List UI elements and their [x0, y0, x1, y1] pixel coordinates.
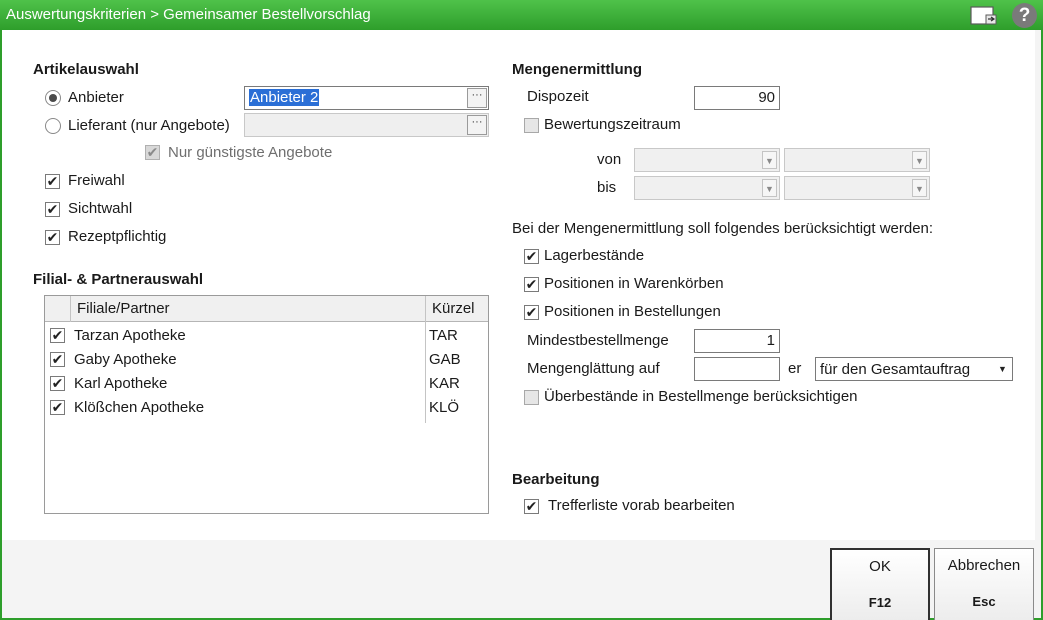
filial-title: Filial- & Partnerauswahl: [33, 271, 204, 288]
table-row[interactable]: ✔ Klößchen Apotheke KLÖ: [45, 396, 488, 420]
chevron-down-icon: ▼: [762, 151, 777, 169]
ok-button-shortcut: F12: [868, 595, 892, 610]
bewertungszeitraum-checkbox[interactable]: [524, 118, 539, 133]
mindestbestellmenge-label: Mindestbestellmenge: [527, 332, 669, 349]
window-layout-icon[interactable]: [970, 6, 998, 26]
sichtwahl-label: Sichtwahl: [68, 200, 133, 217]
cancel-button-label: Abbrechen: [947, 557, 1021, 574]
mengenglaettung-label: Mengenglättung auf: [527, 360, 660, 377]
table-row[interactable]: ✔ Tarzan Apotheke TAR: [45, 324, 488, 348]
filial-table: Filiale/Partner Kürzel ✔ Tarzan Apotheke…: [44, 295, 489, 514]
row-checkbox[interactable]: ✔: [50, 352, 65, 367]
column-header-kuerzel[interactable]: Kürzel: [432, 300, 475, 317]
lieferant-browse-button[interactable]: ···: [467, 115, 487, 135]
beruecksichtigt-text: Bei der Mengenermittlung soll folgendes …: [512, 220, 934, 237]
lieferant-field[interactable]: [244, 113, 489, 137]
warenkoerbe-checkbox[interactable]: ✔: [524, 277, 539, 292]
row-checkbox[interactable]: ✔: [50, 376, 65, 391]
column-divider: [425, 296, 426, 322]
filiale-code: KLÖ: [429, 399, 460, 416]
anbieter-label: Anbieter: [68, 89, 124, 106]
table-row[interactable]: ✔ Karl Apotheke KAR: [45, 372, 488, 396]
bis-date-dropdown[interactable]: ▼: [634, 176, 780, 200]
bis-label: bis: [597, 179, 617, 196]
sichtwahl-checkbox[interactable]: ✔: [45, 202, 60, 217]
column-header-filiale[interactable]: Filiale/Partner: [77, 300, 170, 317]
dispozeit-field[interactable]: 90: [694, 86, 780, 110]
anbieter-radio[interactable]: [45, 90, 61, 106]
help-icon[interactable]: ?: [1012, 3, 1037, 28]
von-label: von: [597, 151, 622, 168]
bestellungen-label: Positionen in Bestellungen: [544, 303, 721, 320]
row-checkbox[interactable]: ✔: [50, 328, 65, 343]
von-time-dropdown[interactable]: ▼: [784, 148, 930, 172]
mengenglaettung-suffix: er: [788, 360, 802, 377]
lagerbestaende-checkbox[interactable]: ✔: [524, 249, 539, 264]
nur-guenstigste-checkbox[interactable]: ✔: [145, 145, 160, 160]
trefferliste-checkbox[interactable]: ✔: [524, 499, 539, 514]
warenkoerbe-label: Positionen in Warenkörben: [544, 275, 724, 292]
artikelauswahl-title: Artikelauswahl: [33, 61, 139, 78]
freiwahl-checkbox[interactable]: ✔: [45, 174, 60, 189]
filiale-name: Karl Apotheke: [74, 375, 168, 392]
anbieter-browse-button[interactable]: ···: [467, 88, 487, 108]
table-row[interactable]: ✔ Gaby Apotheke GAB: [45, 348, 488, 372]
window-title: Auswertungskriterien > Gemeinsamer Beste…: [6, 6, 371, 23]
rezeptpflichtig-label: Rezeptpflichtig: [68, 228, 167, 245]
trefferliste-label: Trefferliste vorab bearbeiten: [548, 497, 735, 514]
mengenermittlung-title: Mengenermittlung: [512, 61, 642, 78]
mindestbestellmenge-field[interactable]: 1: [694, 329, 780, 353]
filiale-name: Gaby Apotheke: [74, 351, 177, 368]
bestellungen-checkbox[interactable]: ✔: [524, 305, 539, 320]
chevron-down-icon: ▼: [912, 179, 927, 197]
chevron-down-icon: ▼: [912, 151, 927, 169]
table-header: Filiale/Partner Kürzel: [45, 296, 488, 322]
von-date-dropdown[interactable]: ▼: [634, 148, 780, 172]
lagerbestaende-label: Lagerbestände: [544, 247, 645, 264]
freiwahl-label: Freiwahl: [68, 172, 125, 189]
ok-button[interactable]: OK F12: [830, 548, 930, 620]
rezeptpflichtig-checkbox[interactable]: ✔: [45, 230, 60, 245]
column-divider: [70, 296, 71, 322]
ueberbestaende-label: Überbestände in Bestellmenge berücksicht…: [544, 388, 858, 405]
bis-time-dropdown[interactable]: ▼: [784, 176, 930, 200]
dispozeit-label: Dispozeit: [527, 88, 589, 105]
filiale-code: GAB: [429, 351, 461, 368]
mengenglaettung-scope-value: für den Gesamtauftrag: [820, 361, 971, 378]
cancel-button-shortcut: Esc: [972, 594, 996, 609]
lieferant-label: Lieferant (nur Angebote): [68, 117, 230, 134]
filiale-name: Klößchen Apotheke: [74, 399, 205, 416]
chevron-down-icon: ▼: [762, 179, 777, 197]
chevron-down-icon: ▼: [998, 364, 1007, 374]
bearbeitung-title: Bearbeitung: [512, 471, 600, 488]
ok-button-label: OK: [869, 558, 891, 575]
anbieter-value: Anbieter 2: [249, 89, 320, 106]
lieferant-radio[interactable]: [45, 118, 61, 134]
anbieter-field[interactable]: Anbieter 2: [244, 86, 489, 110]
filiale-name: Tarzan Apotheke: [74, 327, 186, 344]
filiale-code: TAR: [429, 327, 458, 344]
cancel-button[interactable]: Abbrechen Esc: [934, 548, 1034, 620]
title-bar: Auswertungskriterien > Gemeinsamer Beste…: [0, 0, 1043, 30]
mengenglaettung-field[interactable]: [694, 357, 780, 381]
row-checkbox[interactable]: ✔: [50, 400, 65, 415]
nur-guenstigste-label: Nur günstigste Angebote: [168, 144, 333, 161]
ueberbestaende-checkbox[interactable]: [524, 390, 539, 405]
filiale-code: KAR: [429, 375, 460, 392]
bewertungszeitraum-label: Bewertungszeitraum: [544, 116, 681, 133]
mengenglaettung-scope-dropdown[interactable]: für den Gesamtauftrag ▼: [815, 357, 1013, 381]
